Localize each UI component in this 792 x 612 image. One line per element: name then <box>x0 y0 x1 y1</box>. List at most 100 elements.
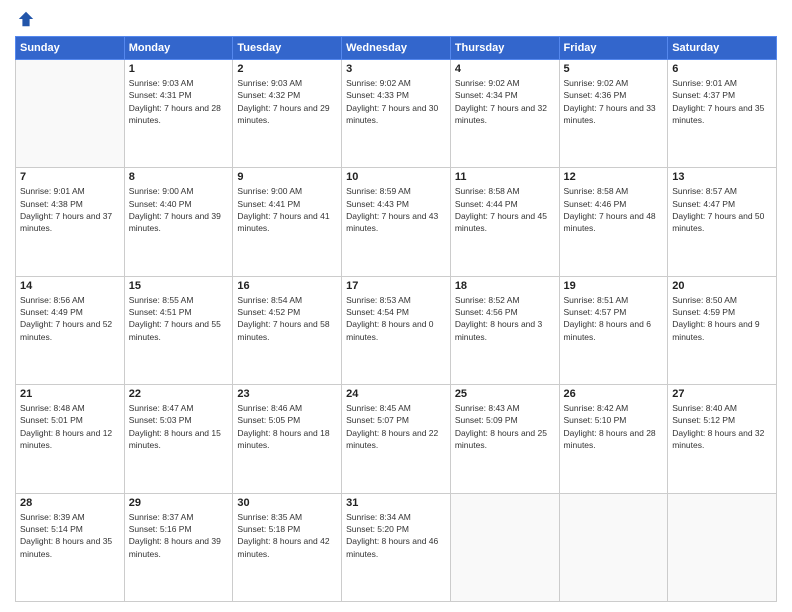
calendar-table: Sunday Monday Tuesday Wednesday Thursday… <box>15 36 777 602</box>
day-info: Sunrise: 8:58 AMSunset: 4:46 PMDaylight:… <box>564 185 664 234</box>
table-row <box>450 493 559 601</box>
table-row: 4Sunrise: 9:02 AMSunset: 4:34 PMDaylight… <box>450 60 559 168</box>
table-row: 24Sunrise: 8:45 AMSunset: 5:07 PMDayligh… <box>342 385 451 493</box>
table-row: 9Sunrise: 9:00 AMSunset: 4:41 PMDaylight… <box>233 168 342 276</box>
calendar-week-row: 7Sunrise: 9:01 AMSunset: 4:38 PMDaylight… <box>16 168 777 276</box>
table-row: 7Sunrise: 9:01 AMSunset: 4:38 PMDaylight… <box>16 168 125 276</box>
day-info: Sunrise: 8:34 AMSunset: 5:20 PMDaylight:… <box>346 511 446 560</box>
table-row: 27 Sunrise: 8:40 AMSunset: 5:12 PMDayligh… <box>668 385 777 493</box>
day-info: Sunrise: 8:50 AMSunset: 4:59 PMDaylight:… <box>672 294 772 343</box>
day-number: 13 <box>672 171 772 183</box>
table-row: 20 Sunrise: 8:50 AMSunset: 4:59 PMDayligh… <box>668 276 777 384</box>
day-number: 12 <box>564 171 664 183</box>
table-row: 13Sunrise: 8:57 AMSunset: 4:47 PMDayligh… <box>668 168 777 276</box>
table-row: 14 Sunrise: 8:56 AMSunset: 4:49 PMDayligh… <box>16 276 125 384</box>
table-row: 12 Sunrise: 8:58 AMSunset: 4:46 PMDayligh… <box>559 168 668 276</box>
day-number: 29 <box>129 497 229 509</box>
day-info: Sunrise: 8:35 AMSunset: 5:18 PMDaylight:… <box>237 511 337 560</box>
table-row: 6 Sunrise: 9:01 AMSunset: 4:37 PMDaylight… <box>668 60 777 168</box>
day-number: 21 <box>20 388 120 400</box>
day-info: Sunrise: 8:48 AMSunset: 5:01 PMDaylight:… <box>20 402 120 451</box>
day-info: Sunrise: 8:40 AMSunset: 5:12 PMDaylight:… <box>672 402 772 451</box>
day-number: 28 <box>20 497 120 509</box>
day-number: 19 <box>564 280 664 292</box>
table-row: 11Sunrise: 8:58 AMSunset: 4:44 PMDayligh… <box>450 168 559 276</box>
day-info: Sunrise: 9:00 AMSunset: 4:41 PMDaylight:… <box>237 185 337 234</box>
table-row: 1 Sunrise: 9:03 AMSunset: 4:31 PMDaylight… <box>124 60 233 168</box>
day-info: Sunrise: 8:51 AMSunset: 4:57 PMDaylight:… <box>564 294 664 343</box>
header-monday: Monday <box>124 37 233 60</box>
day-info: Sunrise: 9:03 AMSunset: 4:31 PMDaylight:… <box>129 77 229 126</box>
calendar-week-row: 21 Sunrise: 8:48 AMSunset: 5:01 PMDayligh… <box>16 385 777 493</box>
day-info: Sunrise: 8:54 AMSunset: 4:52 PMDaylight:… <box>237 294 337 343</box>
day-info: Sunrise: 8:59 AMSunset: 4:43 PMDaylight:… <box>346 185 446 234</box>
day-number: 31 <box>346 497 446 509</box>
page: Sunday Monday Tuesday Wednesday Thursday… <box>0 0 792 612</box>
day-number: 16 <box>237 280 337 292</box>
table-row: 22 Sunrise: 8:47 AMSunset: 5:03 PMDayligh… <box>124 385 233 493</box>
table-row: 23 Sunrise: 8:46 AMSunset: 5:05 PMDayligh… <box>233 385 342 493</box>
day-info: Sunrise: 8:43 AMSunset: 5:09 PMDaylight:… <box>455 402 555 451</box>
day-info: Sunrise: 8:45 AMSunset: 5:07 PMDaylight:… <box>346 402 446 451</box>
day-number: 26 <box>564 388 664 400</box>
day-info: Sunrise: 8:42 AMSunset: 5:10 PMDaylight:… <box>564 402 664 451</box>
day-number: 23 <box>237 388 337 400</box>
day-number: 20 <box>672 280 772 292</box>
day-info: Sunrise: 8:53 AMSunset: 4:54 PMDaylight:… <box>346 294 446 343</box>
day-info: Sunrise: 8:55 AMSunset: 4:51 PMDaylight:… <box>129 294 229 343</box>
table-row: 31 Sunrise: 8:34 AMSunset: 5:20 PMDayligh… <box>342 493 451 601</box>
day-info: Sunrise: 8:56 AMSunset: 4:49 PMDaylight:… <box>20 294 120 343</box>
header <box>15 10 777 28</box>
table-row: 25 Sunrise: 8:43 AMSunset: 5:09 PMDayligh… <box>450 385 559 493</box>
day-info: Sunrise: 9:02 AMSunset: 4:33 PMDaylight:… <box>346 77 446 126</box>
day-info: Sunrise: 8:39 AMSunset: 5:14 PMDaylight:… <box>20 511 120 560</box>
table-row: 10 Sunrise: 8:59 AMSunset: 4:43 PMDayligh… <box>342 168 451 276</box>
table-row: 19 Sunrise: 8:51 AMSunset: 4:57 PMDayligh… <box>559 276 668 384</box>
table-row: 26 Sunrise: 8:42 AMSunset: 5:10 PMDayligh… <box>559 385 668 493</box>
day-number: 11 <box>455 171 555 183</box>
day-info: Sunrise: 8:47 AMSunset: 5:03 PMDaylight:… <box>129 402 229 451</box>
table-row: 3Sunrise: 9:02 AMSunset: 4:33 PMDaylight… <box>342 60 451 168</box>
day-info: Sunrise: 8:46 AMSunset: 5:05 PMDaylight:… <box>237 402 337 451</box>
calendar-week-row: 14 Sunrise: 8:56 AMSunset: 4:49 PMDayligh… <box>16 276 777 384</box>
day-number: 7 <box>20 171 120 183</box>
day-number: 6 <box>672 63 772 75</box>
day-number: 17 <box>346 280 446 292</box>
header-friday: Friday <box>559 37 668 60</box>
day-number: 10 <box>346 171 446 183</box>
day-number: 22 <box>129 388 229 400</box>
day-number: 18 <box>455 280 555 292</box>
header-tuesday: Tuesday <box>233 37 342 60</box>
day-number: 15 <box>129 280 229 292</box>
day-number: 8 <box>129 171 229 183</box>
header-thursday: Thursday <box>450 37 559 60</box>
table-row: 16 Sunrise: 8:54 AMSunset: 4:52 PMDayligh… <box>233 276 342 384</box>
table-row: 15 Sunrise: 8:55 AMSunset: 4:51 PMDayligh… <box>124 276 233 384</box>
day-number: 14 <box>20 280 120 292</box>
header-wednesday: Wednesday <box>342 37 451 60</box>
day-number: 1 <box>129 63 229 75</box>
table-row: 18Sunrise: 8:52 AMSunset: 4:56 PMDayligh… <box>450 276 559 384</box>
table-row <box>16 60 125 168</box>
table-row <box>668 493 777 601</box>
header-saturday: Saturday <box>668 37 777 60</box>
day-number: 27 <box>672 388 772 400</box>
day-number: 25 <box>455 388 555 400</box>
table-row: 17 Sunrise: 8:53 AMSunset: 4:54 PMDayligh… <box>342 276 451 384</box>
day-info: Sunrise: 9:00 AMSunset: 4:40 PMDaylight:… <box>129 185 229 234</box>
calendar-week-row: 1 Sunrise: 9:03 AMSunset: 4:31 PMDaylight… <box>16 60 777 168</box>
weekday-header-row: Sunday Monday Tuesday Wednesday Thursday… <box>16 37 777 60</box>
header-sunday: Sunday <box>16 37 125 60</box>
day-number: 4 <box>455 63 555 75</box>
day-info: Sunrise: 9:02 AMSunset: 4:36 PMDaylight:… <box>564 77 664 126</box>
day-info: Sunrise: 9:01 AMSunset: 4:37 PMDaylight:… <box>672 77 772 126</box>
table-row: 29Sunrise: 8:37 AMSunset: 5:16 PMDayligh… <box>124 493 233 601</box>
table-row: 30 Sunrise: 8:35 AMSunset: 5:18 PMDayligh… <box>233 493 342 601</box>
logo <box>15 10 35 28</box>
table-row: 2Sunrise: 9:03 AMSunset: 4:32 PMDaylight… <box>233 60 342 168</box>
day-number: 30 <box>237 497 337 509</box>
table-row: 28 Sunrise: 8:39 AMSunset: 5:14 PMDayligh… <box>16 493 125 601</box>
day-number: 5 <box>564 63 664 75</box>
calendar-week-row: 28 Sunrise: 8:39 AMSunset: 5:14 PMDayligh… <box>16 493 777 601</box>
day-info: Sunrise: 9:03 AMSunset: 4:32 PMDaylight:… <box>237 77 337 126</box>
